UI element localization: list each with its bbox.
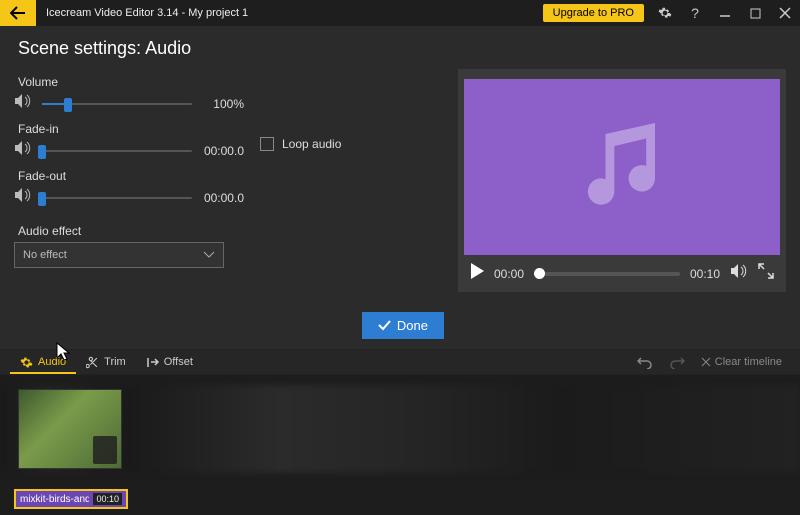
volume-slider[interactable]	[42, 97, 192, 111]
redo-button[interactable]	[661, 355, 693, 369]
fadein-label: Fade-in	[18, 122, 244, 136]
minimize-icon	[719, 7, 731, 19]
preview-seek-slider[interactable]	[534, 272, 680, 276]
volume-label: Volume	[18, 75, 244, 89]
tab-offset-label: Offset	[164, 356, 193, 368]
upgrade-button[interactable]: Upgrade to PRO	[543, 4, 644, 22]
minimize-button[interactable]	[710, 0, 740, 26]
page-title: Scene settings: Audio	[0, 26, 800, 69]
audio-clip[interactable]: mixkit-birds-and... 00:10	[14, 489, 128, 509]
fadeout-slider[interactable]	[42, 191, 192, 205]
tab-trim-label: Trim	[104, 356, 126, 368]
audio-effect-label: Audio effect	[18, 224, 444, 238]
help-button[interactable]: ?	[680, 0, 710, 26]
scissors-icon	[86, 356, 99, 369]
fullscreen-button[interactable]	[758, 263, 774, 284]
settings-button[interactable]	[650, 0, 680, 26]
redo-icon	[669, 355, 685, 369]
gear-icon	[20, 356, 33, 369]
app-title: Icecream Video Editor 3.14 - My project …	[36, 7, 248, 19]
done-label: Done	[397, 318, 428, 333]
clear-timeline-label: Clear timeline	[715, 356, 782, 368]
preview-panel: 00:00 00:10	[458, 69, 786, 292]
tab-trim[interactable]: Trim	[76, 350, 136, 374]
offset-icon	[146, 356, 159, 369]
arrow-left-icon	[10, 6, 26, 20]
preview-time-current: 00:00	[494, 267, 524, 281]
audio-clip-name: mixkit-birds-and...	[20, 494, 89, 505]
close-button[interactable]	[770, 0, 800, 26]
play-button[interactable]	[470, 263, 484, 284]
fadein-value: 00:00.0	[200, 144, 244, 158]
preview-time-total: 00:10	[690, 267, 720, 281]
tab-audio[interactable]: Audio	[10, 350, 76, 374]
app-name: Icecream Video Editor 3.14	[46, 7, 178, 19]
done-button[interactable]: Done	[362, 312, 444, 339]
fadeout-label: Fade-out	[18, 169, 244, 183]
volume-value: 100%	[200, 97, 244, 111]
chevron-down-icon	[203, 251, 215, 259]
preview-canvas	[464, 79, 780, 255]
gear-icon	[658, 6, 672, 20]
speaker-icon[interactable]	[14, 93, 34, 114]
close-icon	[779, 7, 791, 19]
fadeout-value: 00:00.0	[200, 191, 244, 205]
music-note-icon	[567, 112, 677, 222]
question-icon: ?	[691, 5, 699, 21]
audio-clip-duration: 00:10	[93, 493, 122, 505]
close-icon	[701, 357, 711, 367]
checkbox-icon	[260, 137, 274, 151]
titlebar: Icecream Video Editor 3.14 - My project …	[0, 0, 800, 26]
video-clip-thumbnail[interactable]	[18, 389, 122, 469]
preview-volume-button[interactable]	[730, 263, 748, 284]
back-button[interactable]	[0, 0, 36, 26]
maximize-button[interactable]	[740, 0, 770, 26]
loop-audio-checkbox[interactable]: Loop audio	[260, 71, 341, 216]
select-value: No effect	[23, 249, 67, 261]
speaker-icon[interactable]	[14, 140, 34, 161]
check-icon	[378, 320, 391, 331]
project-name: My project 1	[188, 7, 248, 19]
clear-timeline-button[interactable]: Clear timeline	[693, 356, 790, 368]
tab-offset[interactable]: Offset	[136, 350, 203, 374]
tool-tabs: Audio Trim Offset Clear timeline	[0, 349, 800, 375]
undo-icon	[637, 355, 653, 369]
audio-effect-select[interactable]: No effect	[14, 242, 224, 268]
speaker-icon[interactable]	[14, 187, 34, 208]
tab-audio-label: Audio	[38, 356, 66, 368]
undo-button[interactable]	[629, 355, 661, 369]
maximize-icon	[750, 8, 761, 19]
loop-label: Loop audio	[282, 137, 341, 151]
fadein-slider[interactable]	[42, 144, 192, 158]
timeline[interactable]: mixkit-birds-and... 00:10	[0, 375, 800, 515]
